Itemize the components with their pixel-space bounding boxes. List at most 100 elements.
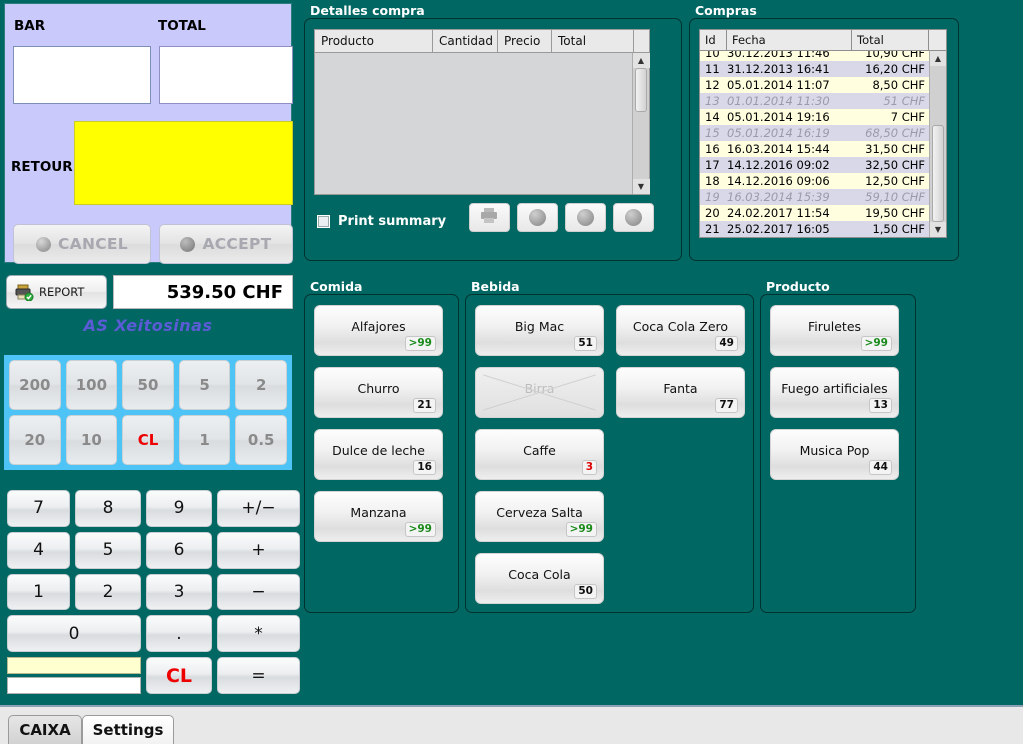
numeric-keypad: 7 8 9 +/− 4 5 6 +1 2 3− 0. * CL =: [4, 487, 300, 697]
key-[interactable]: −: [217, 573, 300, 611]
scroll-down-icon[interactable]: ▼: [929, 222, 946, 237]
denomination-5[interactable]: 5: [178, 360, 231, 410]
key-6[interactable]: 6: [146, 531, 212, 569]
purchase-row[interactable]: 19 16.03.2014 15:39 59,10 CHF: [700, 189, 929, 205]
product-name: Coca Cola Zero: [632, 318, 729, 334]
scroll-down-icon[interactable]: ▼: [632, 179, 650, 194]
purchase-row[interactable]: 15 05.01.2014 16:19 68,50 CHF: [700, 125, 929, 141]
key-[interactable]: +/−: [217, 490, 300, 527]
tab-bar: CAIXA Settings: [0, 705, 1023, 744]
product-name: Musica Pop: [799, 442, 870, 458]
total-input[interactable]: [159, 46, 293, 104]
purchase-row[interactable]: 18 14.12.2016 09:06 12,50 CHF: [700, 173, 929, 189]
stock-badge: 21: [413, 398, 436, 413]
denomination-2[interactable]: 2: [235, 360, 287, 410]
product-button-dulce-de-leche[interactable]: Dulce de leche 16: [314, 429, 443, 480]
denomination-cl[interactable]: CL: [122, 415, 174, 465]
purchase-date: 05.01.2014 19:16: [727, 110, 830, 124]
product-button-churro[interactable]: Churro 21: [314, 367, 443, 418]
shop-name: AS Xeitosinas: [83, 316, 213, 335]
product-button-coca-cola[interactable]: Coca Cola 50: [475, 553, 604, 604]
denomination-20[interactable]: 20: [9, 415, 61, 465]
purchase-row[interactable]: 13 01.01.2014 11:30 51 CHF: [700, 93, 929, 109]
key-3[interactable]: 3: [146, 573, 212, 611]
denomination-10[interactable]: 10: [65, 415, 118, 465]
purchase-date: 30.12.2013 11:46: [727, 51, 830, 60]
purchase-date: 25.02.2017 16:05: [727, 222, 830, 236]
accept-button[interactable]: ACCEPT: [159, 224, 293, 264]
bar-label: BAR: [14, 18, 46, 34]
key-[interactable]: =: [217, 657, 300, 694]
bar-input[interactable]: [13, 46, 151, 104]
product-button-fanta[interactable]: Fanta 77: [616, 367, 745, 418]
product-button-manzana[interactable]: Manzana >99: [314, 491, 443, 542]
key-0[interactable]: 0: [7, 615, 141, 653]
purchase-total: 8,50 CHF: [872, 78, 925, 92]
category-bebida-title: Bebida: [471, 279, 520, 294]
print-summary-label: Print summary: [338, 213, 447, 229]
scroll-thumb[interactable]: [635, 68, 647, 112]
purchase-id: 19: [705, 190, 720, 204]
details-scrollbar[interactable]: ▲ ▼: [632, 53, 650, 194]
product-button-coca-cola-zero[interactable]: Coca Cola Zero 49: [616, 305, 745, 356]
cancel-button[interactable]: CANCEL: [13, 224, 151, 264]
category-comida-panel: Comida Alfajores >99 Churro 21 Dulce de lech…: [304, 280, 459, 613]
tab-caixa[interactable]: CAIXA: [8, 715, 82, 744]
key-[interactable]: *: [217, 615, 300, 653]
key-7[interactable]: 7: [7, 490, 70, 527]
denomination-100[interactable]: 100: [65, 360, 118, 410]
key-9[interactable]: 9: [146, 490, 212, 527]
scroll-up-icon[interactable]: ▲: [929, 51, 946, 66]
purchase-total: 16,20 CHF: [865, 62, 925, 76]
key-4[interactable]: 4: [7, 531, 70, 569]
product-button-musica-pop[interactable]: Musica Pop 44: [770, 429, 899, 480]
scroll-thumb[interactable]: [932, 125, 944, 222]
keypad-entry-field[interactable]: [7, 657, 141, 675]
report-button[interactable]: REPORT: [6, 275, 107, 309]
print-summary-checkbox[interactable]: [317, 214, 330, 228]
product-button-fuego-artificiales[interactable]: Fuego artificiales 13: [770, 367, 899, 418]
product-button-cerveza-salta[interactable]: Cerveza Salta >99: [475, 491, 604, 542]
purchase-row[interactable]: 10 30.12.2013 11:46 10,90 CHF: [700, 51, 929, 61]
purchase-row[interactable]: 14 05.01.2014 19:16 7 CHF: [700, 109, 929, 125]
payment-panel: BAR TOTAL RETOUR CANCEL ACCEPT: [4, 3, 293, 264]
key-2[interactable]: 2: [75, 573, 141, 611]
denomination-1[interactable]: 1: [178, 415, 231, 465]
print-ticket-button[interactable]: [469, 203, 510, 232]
key-5[interactable]: 5: [75, 531, 141, 569]
purchase-row[interactable]: 11 31.12.2013 16:41 16,20 CHF: [700, 61, 929, 77]
denomination-50[interactable]: 50: [122, 360, 174, 410]
remove-item-button[interactable]: [517, 203, 558, 232]
product-button-alfajores[interactable]: Alfajores >99: [314, 305, 443, 356]
key-CL[interactable]: CL: [146, 657, 212, 694]
purchase-details-empty-body[interactable]: [315, 53, 632, 194]
purchase-date: 05.01.2014 16:19: [727, 126, 830, 140]
product-button-firuletes[interactable]: Firuletes >99: [770, 305, 899, 356]
scroll-up-icon[interactable]: ▲: [632, 53, 650, 68]
product-button-caffe[interactable]: Caffe 3: [475, 429, 604, 480]
product-name: Fuego artificiales: [781, 380, 888, 396]
denomination-200[interactable]: 200: [9, 360, 61, 410]
keypad-result-field[interactable]: [7, 677, 141, 694]
key-[interactable]: .: [146, 615, 212, 653]
tab-settings[interactable]: Settings: [82, 715, 174, 744]
purchases-table[interactable]: Id Fecha Total 10 30.12.2013 11:46 10,90 C…: [699, 29, 947, 238]
purchase-id: 21: [705, 222, 720, 236]
purchase-row[interactable]: 21 25.02.2017 16:05 1,50 CHF: [700, 221, 929, 237]
purchase-id: 13: [705, 94, 720, 108]
details-action-3-button[interactable]: [565, 203, 606, 232]
purchase-row[interactable]: 20 24.02.2017 11:54 19,50 CHF: [700, 205, 929, 221]
key-[interactable]: +: [217, 531, 300, 569]
details-action-4-button[interactable]: [613, 203, 654, 232]
purchases-scrollbar[interactable]: ▲ ▼: [929, 51, 946, 237]
cancel-button-label: CANCEL: [58, 235, 128, 253]
category-producto-panel: Producto Firuletes >99 Fuego artificiales 1…: [760, 280, 916, 613]
purchase-details-table[interactable]: Producto Cantidad Precio Total ▲ ▼: [314, 29, 650, 195]
key-1[interactable]: 1: [7, 573, 70, 611]
purchase-row[interactable]: 17 14.12.2016 09:02 32,50 CHF: [700, 157, 929, 173]
product-button-big-mac[interactable]: Big Mac 51: [475, 305, 604, 356]
purchase-row[interactable]: 16 16.03.2014 15:44 31,50 CHF: [700, 141, 929, 157]
denomination-0-5[interactable]: 0.5: [235, 415, 287, 465]
key-8[interactable]: 8: [75, 490, 141, 527]
purchase-row[interactable]: 12 05.01.2014 11:07 8,50 CHF: [700, 77, 929, 93]
